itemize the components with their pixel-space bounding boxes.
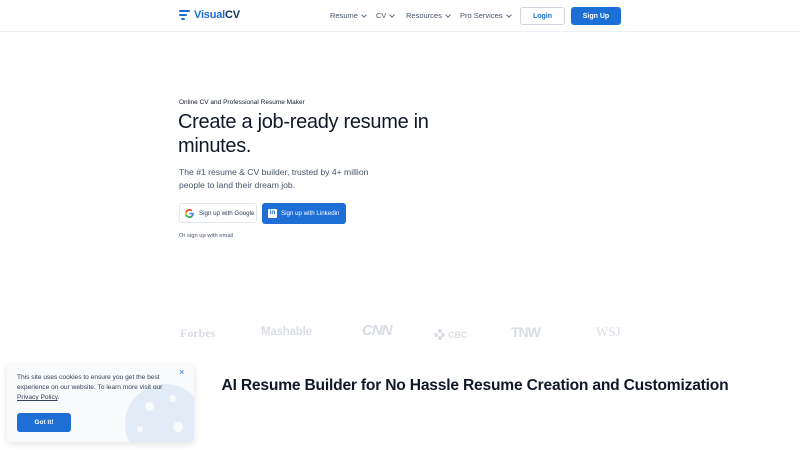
forbes-logo: Forbes [180, 326, 216, 340]
logo-text: VisualCV [194, 9, 240, 21]
close-icon[interactable]: × [179, 367, 184, 377]
tnw-logo: TNW [511, 324, 541, 340]
linkedin-icon: in [268, 209, 277, 218]
email-signup-link[interactable]: Or sign up with email [179, 233, 233, 239]
google-icon [185, 208, 194, 218]
chevron-down-icon [361, 11, 367, 18]
nav-cv-label: CV [376, 11, 387, 20]
google-signup-label: Sign up with Google [199, 209, 255, 217]
chevron-down-icon [505, 11, 512, 18]
cookie-banner: This site uses cookies to ensure you get… [7, 364, 194, 442]
chevron-down-icon [445, 11, 451, 18]
nav-resources[interactable]: Resources [406, 11, 451, 20]
logo-icon [179, 9, 190, 21]
mashable-logo: Mashable [261, 326, 312, 338]
linkedin-signup-label: Sign up with Linkedin [281, 210, 340, 217]
cbc-gem-icon [434, 329, 445, 340]
nav-cv[interactable]: CV [376, 11, 396, 20]
visualcv-logo[interactable]: VisualCV [179, 9, 240, 21]
nav-pro-services-label: Pro Services [460, 11, 503, 20]
cbc-logo-text: CBC [448, 329, 468, 340]
cookie-accept-button[interactable]: Got it! [17, 413, 71, 432]
linkedin-signup-button[interactable]: in Sign up with Linkedin [262, 203, 346, 224]
wsj-logo: WSJ [596, 324, 621, 339]
privacy-policy-link[interactable]: Privacy Policy [17, 394, 58, 401]
nav-resume[interactable]: Resume [330, 11, 367, 20]
hero-eyebrow: Online CV and Professional Resume Maker [179, 99, 305, 106]
nav-pro-services[interactable]: Pro Services [460, 11, 512, 20]
signup-button[interactable]: Sign Up [571, 7, 621, 25]
section-title: AI Resume Builder for No Hassle Resume C… [221, 377, 729, 394]
nav-resume-label: Resume [330, 11, 358, 20]
chevron-down-icon [389, 11, 396, 18]
hero-subtitle: The #1 resume & CV builder, trusted by 4… [179, 167, 369, 190]
cnn-logo: CNN [362, 322, 392, 339]
site-header: VisualCV Resume CV Resources Pro Service… [0, 0, 800, 32]
cbc-logo: CBC [434, 329, 468, 340]
google-signup-button[interactable]: Sign up with Google [179, 203, 257, 223]
nav-resources-label: Resources [406, 11, 442, 20]
cookie-message: This site uses cookies to ensure you get… [17, 374, 163, 401]
hero-title: Create a job-ready resume in minutes. [178, 111, 429, 157]
login-button[interactable]: Login [520, 7, 565, 25]
